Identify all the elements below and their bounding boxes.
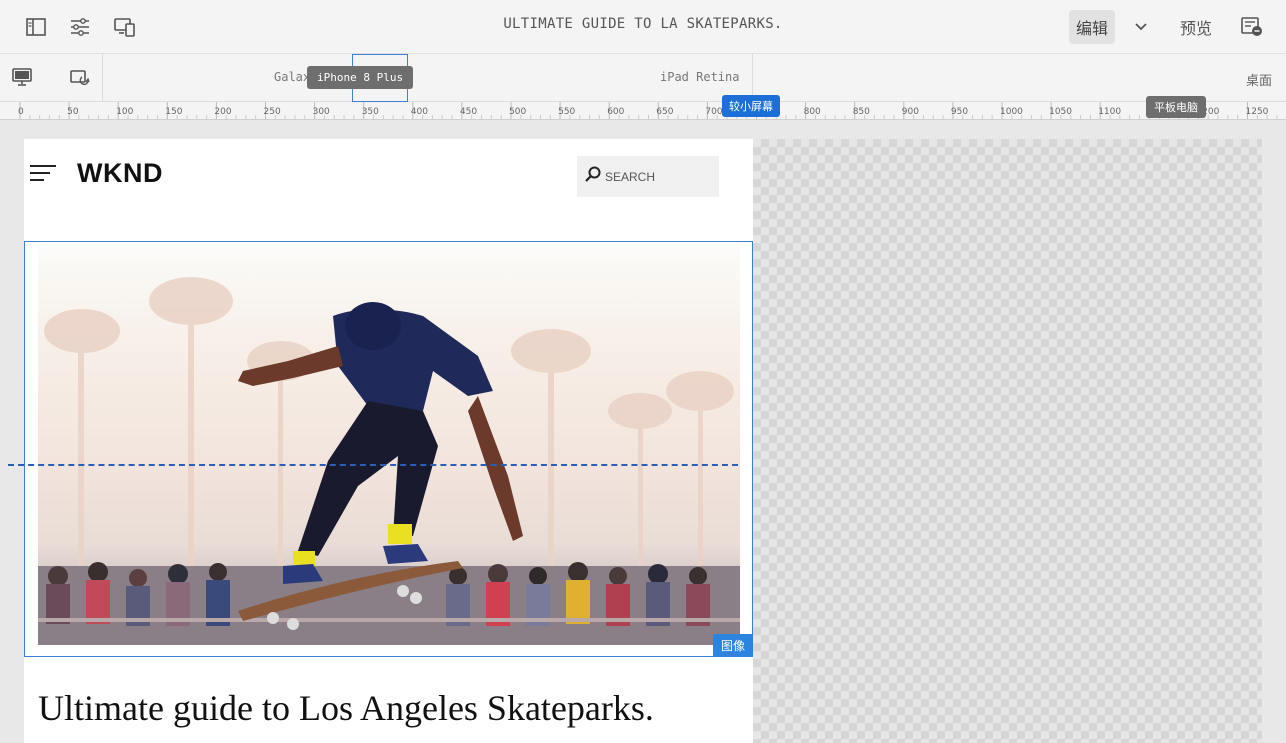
side-panel-icon[interactable] [23,14,49,40]
device-desktop[interactable]: 桌面 [1246,70,1272,89]
ruler-tick-label: 900 [902,107,919,117]
hero-skateboarder-image [38,246,740,645]
canvas-transparent-area [753,139,1262,743]
ruler-tick-label: 500 [509,107,526,117]
emulator-icon[interactable] [112,14,138,40]
search-input[interactable]: SEARCH [577,156,719,197]
emulator-controls [0,54,103,102]
hamburger-menu-icon[interactable] [30,164,58,184]
rotate-device-icon[interactable] [67,64,93,90]
preview-button[interactable]: 预览 [1174,10,1218,44]
properties-icon[interactable] [67,14,93,40]
ruler-tick-label: 350 [362,107,379,117]
desktop-icon[interactable] [9,64,35,90]
tablet-badge: 平板电脑 [1146,96,1206,118]
ruler-tick-label: 150 [165,107,182,117]
search-icon [585,166,601,187]
image-component-label: 图像 [712,634,753,657]
article-headline: Ultimate guide to Los Angeles Skateparks… [38,688,654,728]
emulator-bar: Galaxy S7 iPad Retina 桌面 iPhone 8 Plus [0,54,1286,102]
ruler-tick-label: 250 [264,107,281,117]
ruler-tick-label: 850 [853,107,870,117]
device-ipad-retina[interactable]: iPad Retina [660,70,739,84]
ruler-tick-label: 550 [558,107,575,117]
chevron-down-icon[interactable] [1130,14,1152,40]
ruler-tick-label: 700 [705,107,722,117]
edit-mode-button[interactable]: 编辑 [1069,10,1115,44]
device-tooltip: iPhone 8 Plus [307,66,414,89]
ruler-tick-label: 800 [804,107,821,117]
ruler-tick-label: 100 [116,107,133,117]
ruler-tick-label: 50 [67,107,79,117]
ruler-tick-label: 950 [951,107,968,117]
top-toolbar: ULTIMATE GUIDE TO LA SKATEPARKS. 编辑 预览 [0,0,1286,54]
ruler: 0 50 100 150 200 250 300 350 400 450 500 550 600 650 7… [0,102,1286,120]
search-placeholder: SEARCH [605,169,656,184]
ruler-tick-label: 600 [607,107,624,117]
page-preview: WKND SEARCH 图像 Ultimate guide to Los Ang… [24,139,753,743]
page-info-icon[interactable] [1239,14,1265,40]
small-screen-badge: 较小屏幕 [722,95,780,117]
ruler-tick-label: 300 [313,107,330,117]
ruler-tick-label: 0 [18,107,24,117]
ruler-tick-label: 400 [411,107,428,117]
ruler-tick-label: 650 [656,107,673,117]
image-component[interactable]: 图像 [24,241,753,657]
ruler-tick-label: 200 [214,107,231,117]
drop-target-guide [8,464,738,466]
ruler-tick-label: 450 [460,107,477,117]
site-logo[interactable]: WKND [77,158,163,189]
ruler-ticks: 0 50 100 150 200 250 300 350 400 450 500 550 600 650 7… [18,102,1278,119]
